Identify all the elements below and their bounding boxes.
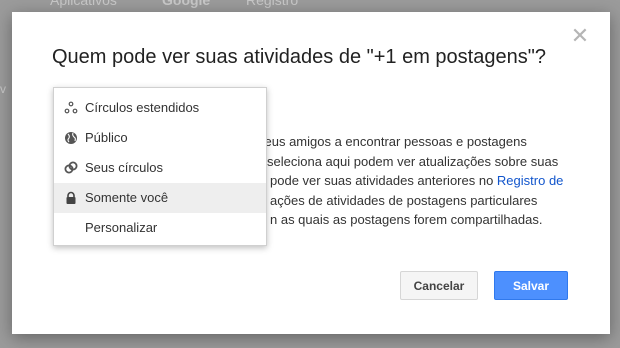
save-button[interactable]: Salvar (494, 271, 568, 300)
dropdown-item-your-circles[interactable]: Seus círculos (54, 153, 266, 183)
registro-link[interactable]: Registro de (497, 173, 563, 188)
background-nav: Aplicativos Google Registro (0, 0, 620, 12)
visibility-dropdown: Círculos estendidos Público Seus círculo… (53, 87, 267, 246)
bg-nav-aplicativos: Aplicativos (50, 0, 117, 8)
circles-icon (64, 161, 78, 174)
dropdown-item-customize[interactable]: Personalizar (54, 213, 266, 243)
extended-circles-icon (64, 101, 78, 114)
cancel-button[interactable]: Cancelar (400, 271, 478, 300)
dropdown-item-label: Personalizar (85, 220, 158, 235)
dropdown-item-only-you[interactable]: Somente você (54, 183, 266, 213)
lock-icon (66, 191, 76, 204)
dropdown-item-public[interactable]: Público (54, 123, 266, 153)
bg-nav-google: Google (162, 0, 211, 8)
dropdown-item-label: Somente você (85, 190, 169, 205)
globe-icon (65, 132, 77, 144)
dropdown-item-label: Círculos estendidos (85, 100, 200, 115)
close-icon[interactable]: ✕ (570, 25, 590, 47)
dialog-title: Quem pode ver suas atividades de "+1 em … (52, 46, 546, 68)
dropdown-item-label: Seus círculos (85, 160, 164, 175)
dropdown-item-extended-circles[interactable]: Círculos estendidos (54, 93, 266, 123)
bg-nav-registro: Registro (246, 0, 299, 8)
bg-edge-text: v (0, 82, 6, 96)
description-text: pode ver suas atividades anteriores no (270, 173, 497, 188)
dropdown-item-label: Público (85, 130, 128, 145)
